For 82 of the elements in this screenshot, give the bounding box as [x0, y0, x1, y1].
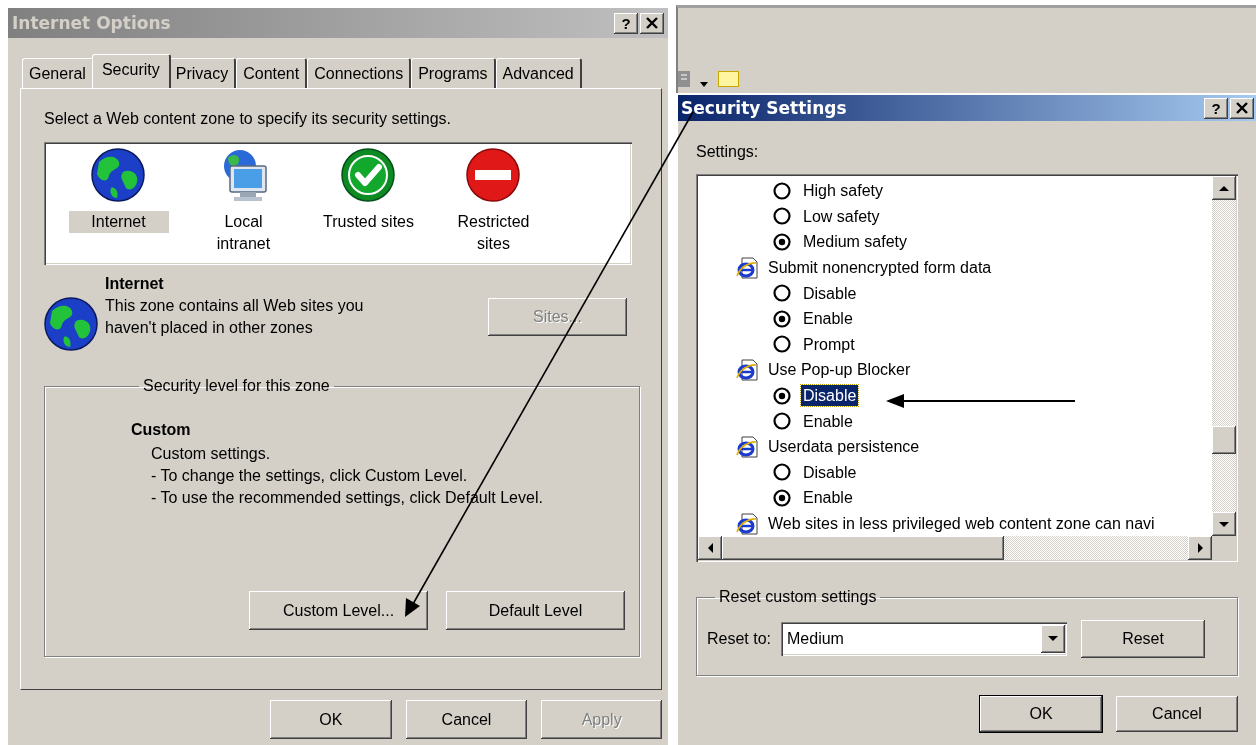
scroll-right-button[interactable]: [1188, 536, 1212, 560]
scroll-left-button[interactable]: [698, 536, 722, 560]
close-button[interactable]: [640, 12, 664, 34]
arrow-icon: [1219, 185, 1229, 191]
scrollbar-corner: [1212, 536, 1236, 560]
radio-selected-icon[interactable]: [773, 233, 791, 251]
setting-name: Use Pop-up Blocker: [768, 360, 911, 379]
window-title: Security Settings: [681, 98, 847, 118]
tab[interactable]: General: [22, 58, 94, 88]
setting-name: Userdata persistence: [768, 437, 920, 456]
radio-icon[interactable]: [773, 335, 791, 354]
scroll-up-button[interactable]: [1212, 176, 1236, 200]
setting-name: Submit nonencrypted form data: [768, 258, 992, 277]
caret-icon: [700, 82, 708, 87]
tab[interactable]: Programs: [411, 58, 496, 88]
ok-button[interactable]: OK: [980, 696, 1102, 732]
custom-level-button[interactable]: Custom Level...: [249, 591, 428, 630]
reset-button[interactable]: Reset: [1081, 619, 1206, 658]
option-label[interactable]: Enable: [801, 308, 855, 330]
reset-dropdown[interactable]: Medium: [781, 621, 1068, 656]
close-button[interactable]: [1230, 97, 1254, 119]
option-label[interactable]: Prompt: [801, 333, 857, 355]
level-description: - To change the settings, click Custom Level.: [151, 466, 469, 486]
globe-icon: [91, 148, 146, 203]
zone-item[interactable]: Local intranet: [193, 211, 294, 255]
radio-icon[interactable]: [773, 181, 791, 200]
option-label[interactable]: Disable: [801, 282, 859, 304]
option-label[interactable]: Disable: [801, 461, 859, 483]
settings-label: Settings:: [696, 142, 760, 162]
radio-selected-icon[interactable]: [773, 309, 791, 328]
zone-item[interactable]: Trusted sites: [318, 211, 419, 233]
radio-icon[interactable]: [773, 284, 791, 303]
page-icon: [678, 71, 690, 87]
tab[interactable]: Connections: [307, 58, 412, 88]
help-button[interactable]: ?: [1204, 97, 1228, 119]
no-entry-icon: [466, 148, 521, 203]
scrollbar-thumb[interactable]: [1212, 426, 1236, 454]
group-label: Reset custom settings: [718, 588, 878, 606]
setting-name: Web sites in less privileged web content zone can navi: [768, 514, 1155, 533]
scrollbar-thumb[interactable]: [722, 536, 1004, 560]
ok-button[interactable]: OK: [270, 700, 392, 739]
default-level-button[interactable]: Default Level: [446, 591, 625, 630]
caret-icon: [1048, 636, 1059, 641]
tab[interactable]: Advanced: [495, 58, 582, 88]
tab[interactable]: Privacy: [168, 58, 237, 88]
arrow-icon: [1197, 543, 1203, 553]
arrow-icon: [1219, 521, 1229, 527]
level-description: Custom settings.: [151, 444, 272, 464]
radio-selected-icon[interactable]: [773, 488, 791, 507]
group-label: Security level for this zone: [142, 377, 331, 395]
cancel-button[interactable]: Cancel: [1116, 696, 1238, 732]
zone-item[interactable]: Internet: [68, 211, 169, 233]
option-label[interactable]: High safety: [801, 180, 886, 202]
option-label[interactable]: Medium safety: [801, 231, 910, 253]
folder-icon: [718, 69, 739, 87]
arrow-icon: [707, 543, 713, 553]
document-icon: [736, 256, 758, 279]
scroll-down-button[interactable]: [1212, 512, 1236, 536]
option-label[interactable]: Enable: [801, 487, 855, 509]
zone-description: This zone contains all Web sites you haven't placed in other zones: [105, 296, 365, 338]
reset-to-label: Reset to:: [707, 628, 772, 649]
tab[interactable]: Security: [91, 54, 171, 88]
dropdown-button[interactable]: [1041, 624, 1066, 653]
cancel-button[interactable]: Cancel: [405, 700, 528, 739]
instruction-text: Select a Web content zone to specify its security settings.: [44, 109, 452, 129]
radio-icon[interactable]: [773, 463, 791, 482]
document-icon: [736, 435, 758, 458]
option-label[interactable]: Low safety: [801, 205, 882, 227]
globe-icon: [44, 297, 99, 352]
option-label[interactable]: Disable: [801, 385, 859, 407]
option-label[interactable]: Enable: [801, 410, 855, 432]
zone-item[interactable]: Restricted sites: [443, 211, 544, 255]
check-icon: [341, 148, 396, 203]
radio-selected-icon[interactable]: [773, 386, 791, 405]
window-title: Internet Options: [12, 13, 171, 33]
zone-name: Internet: [105, 274, 165, 294]
radio-icon[interactable]: [773, 207, 791, 226]
help-button[interactable]: ?: [614, 12, 638, 34]
document-icon: [736, 358, 758, 381]
tab[interactable]: Content: [236, 58, 308, 88]
level-name: Custom: [131, 420, 192, 440]
radio-icon[interactable]: [773, 412, 791, 431]
